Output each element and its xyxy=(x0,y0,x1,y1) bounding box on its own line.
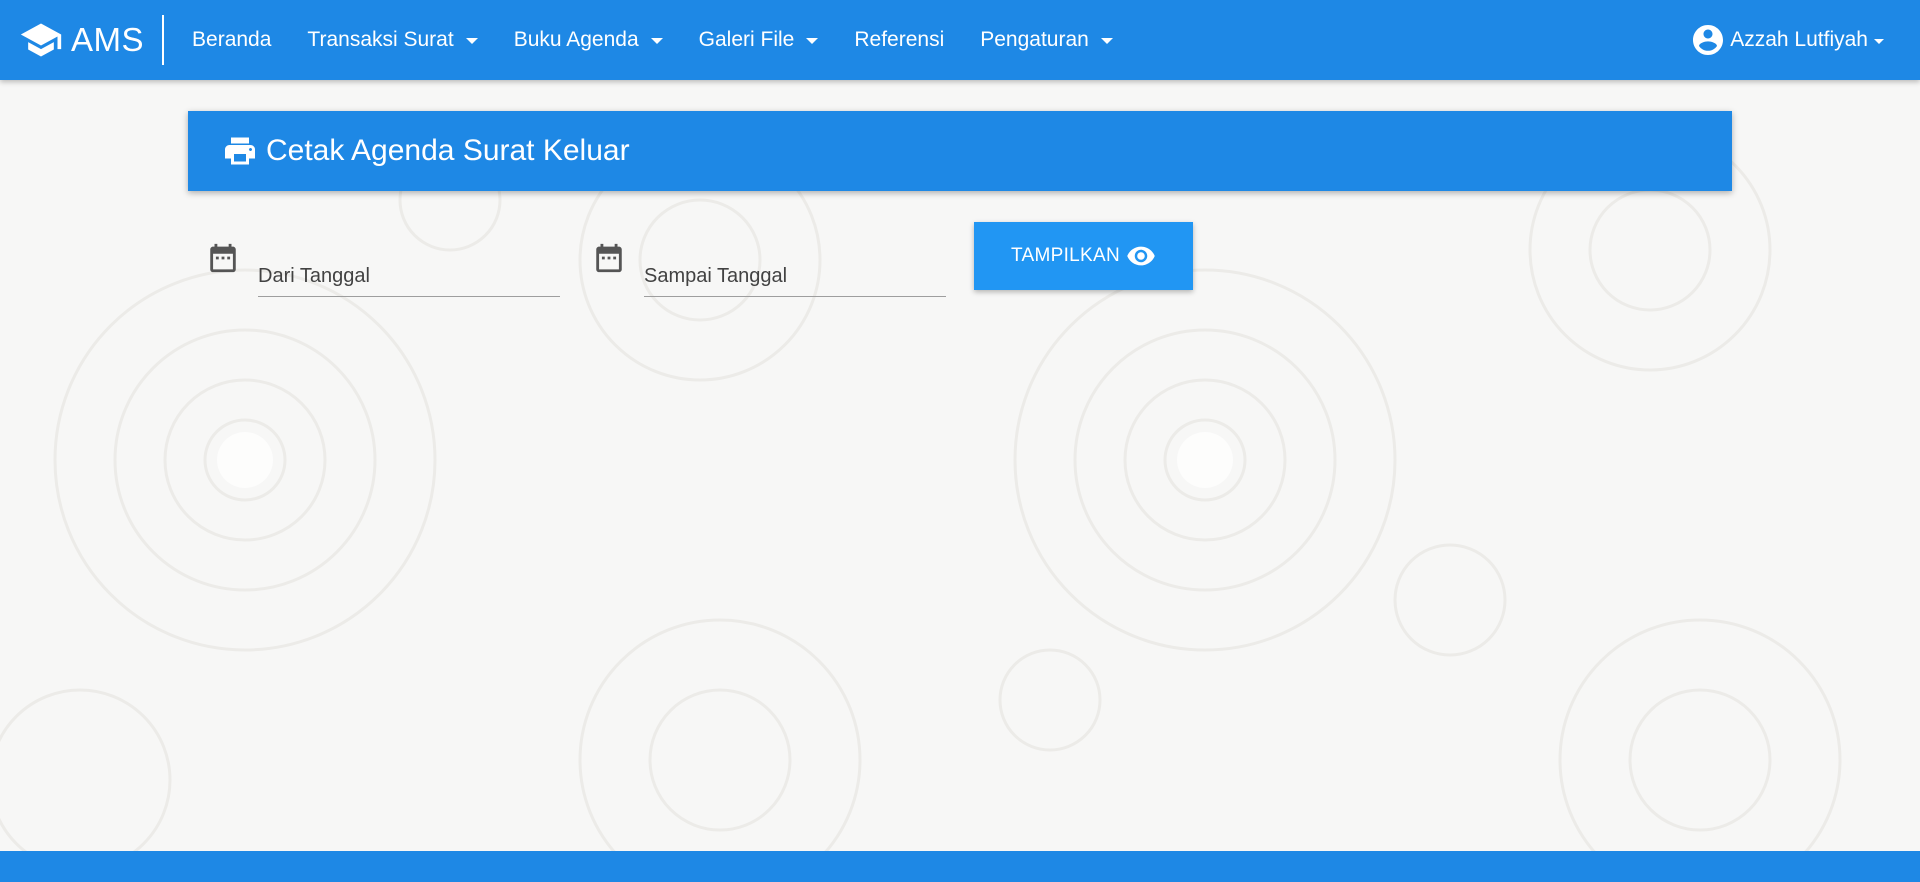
user-menu[interactable]: Azzah Lutfiyah xyxy=(1690,0,1884,80)
calendar-icon xyxy=(210,243,236,273)
to-date-field xyxy=(592,240,948,298)
nav-item-label: Referensi xyxy=(854,28,945,51)
footer-bar xyxy=(0,851,1920,882)
nav-item-label: Transaksi Surat xyxy=(307,28,454,51)
from-date-field xyxy=(206,240,562,298)
calendar-icon xyxy=(596,243,622,273)
nav-item-referensi[interactable]: Referensi xyxy=(836,0,962,80)
brand-name: AMS xyxy=(71,21,145,58)
nav-item-label: Beranda xyxy=(192,28,272,51)
eye-icon xyxy=(1127,246,1155,266)
brand[interactable]: AMS xyxy=(0,15,165,65)
caret-down-icon xyxy=(1100,38,1113,44)
account-circle-icon xyxy=(1693,25,1724,55)
caret-down-icon xyxy=(806,38,819,44)
nav-item-beranda[interactable]: Beranda xyxy=(174,0,289,80)
to-date-input-wrap xyxy=(644,250,946,297)
caret-down-icon xyxy=(1874,38,1884,44)
tampilkan-label: TAMPILKAN xyxy=(1011,245,1120,266)
from-date-input[interactable] xyxy=(258,250,560,296)
from-date-input-wrap xyxy=(258,250,560,297)
nav-item-galeri-file[interactable]: Galeri File xyxy=(681,0,837,80)
printer-icon xyxy=(225,137,255,165)
nav-item-label: Pengaturan xyxy=(980,28,1089,51)
to-date-input[interactable] xyxy=(644,250,946,296)
user-name: Azzah Lutfiyah xyxy=(1730,28,1868,51)
caret-down-icon xyxy=(465,38,478,44)
page-title: Cetak Agenda Surat Keluar xyxy=(266,134,630,167)
caret-down-icon xyxy=(650,38,663,44)
page-header: Cetak Agenda Surat Keluar xyxy=(188,111,1732,191)
top-navbar: AMS Beranda Transaksi Surat Buku Agenda … xyxy=(0,0,1920,80)
tampilkan-button[interactable]: TAMPILKAN xyxy=(974,222,1193,290)
nav-item-label: Galeri File xyxy=(698,28,795,51)
graduation-cap-icon xyxy=(20,23,62,57)
nav-item-label: Buku Agenda xyxy=(513,28,639,51)
nav-item-transaksi-surat[interactable]: Transaksi Surat xyxy=(289,0,495,80)
nav-item-buku-agenda[interactable]: Buku Agenda xyxy=(496,0,681,80)
nav-item-pengaturan[interactable]: Pengaturan xyxy=(962,0,1131,80)
